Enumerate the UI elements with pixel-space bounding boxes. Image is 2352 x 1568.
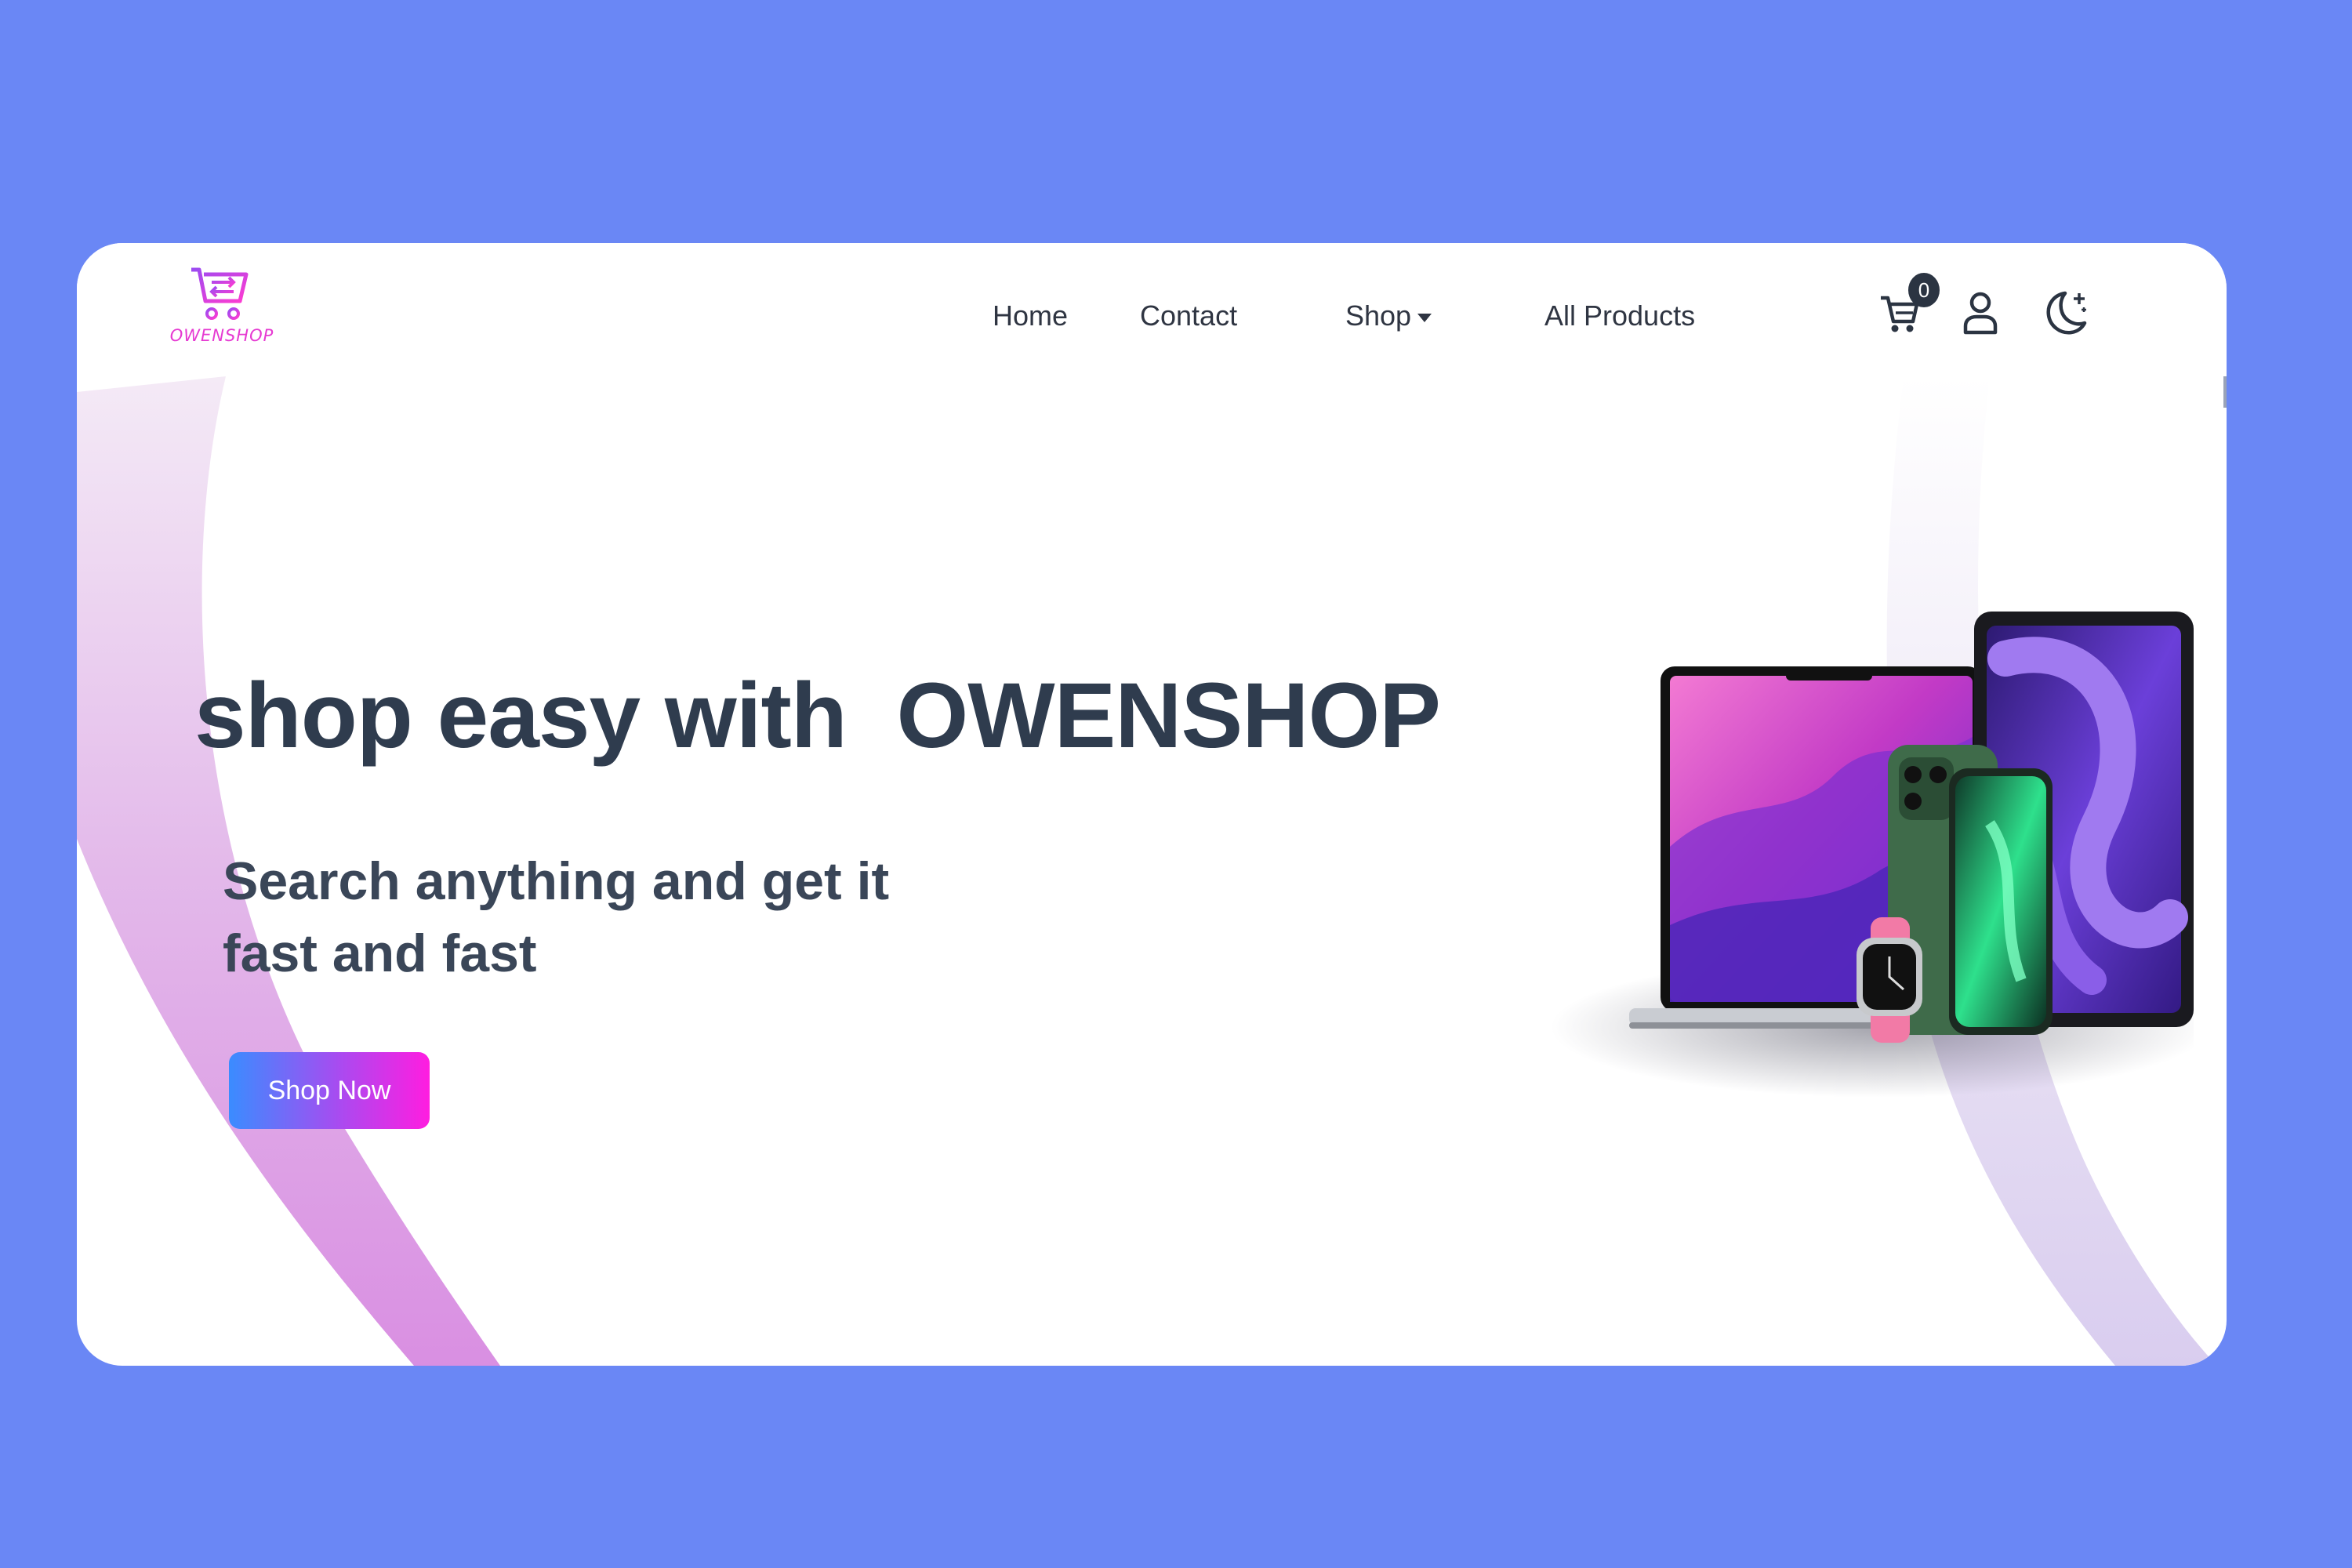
nav-all-products-link[interactable]: All Products (1544, 299, 1695, 332)
nav-contact-link[interactable]: Contact (1140, 299, 1237, 332)
hero-subtitle: Search anything and get it fast and fast (223, 851, 890, 983)
nav-shop-dropdown[interactable]: Shop (1345, 299, 1432, 332)
browser-window: OWENSHOP Home Contact Shop All Products … (77, 243, 2227, 1366)
site-header: OWENSHOP Home Contact Shop All Products … (77, 243, 2227, 376)
nav-shop-label: Shop (1345, 299, 1412, 332)
theme-toggle-button[interactable] (2043, 289, 2090, 341)
nav-home-link[interactable]: Home (993, 299, 1068, 332)
user-account-button[interactable] (1962, 290, 1999, 339)
cart-button[interactable]: 0 (1878, 273, 1940, 339)
shop-now-button[interactable]: Shop Now (229, 1052, 430, 1129)
hero-devices-image (1551, 612, 2194, 1098)
cart-count-badge: 0 (1908, 273, 1940, 307)
hero-title: shop easy with OWENSHOP (194, 664, 1441, 768)
moon-icon (2046, 291, 2087, 335)
user-icon (1963, 292, 1998, 335)
caret-down-icon (1417, 313, 1432, 322)
